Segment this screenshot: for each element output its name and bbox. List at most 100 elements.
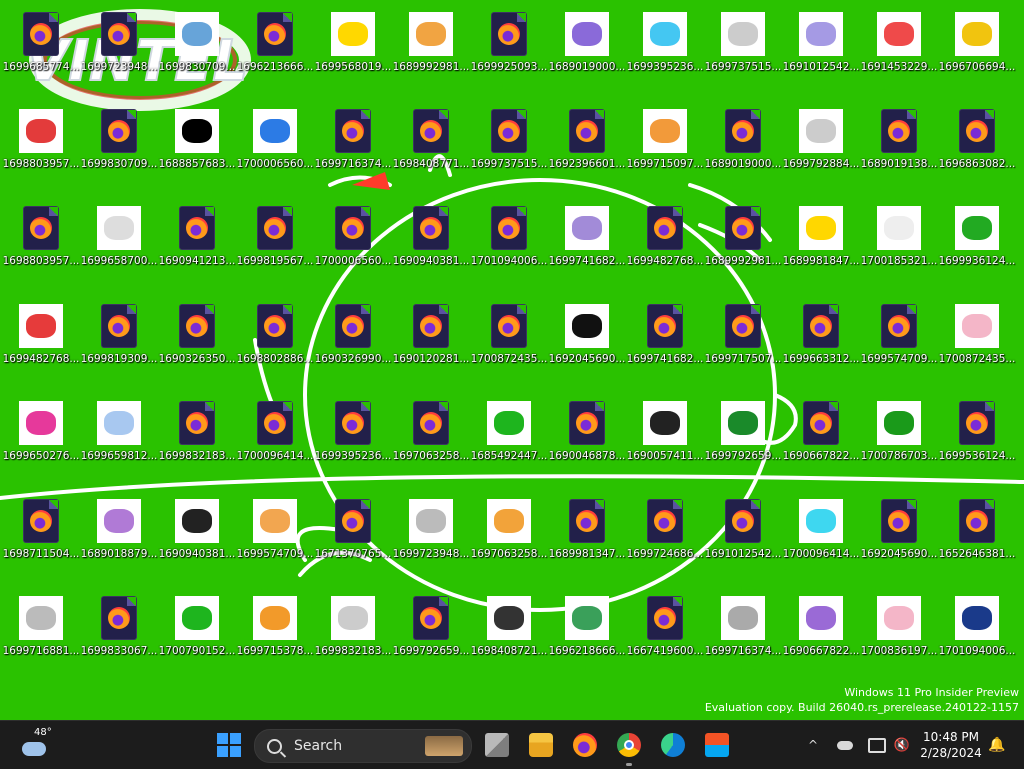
desktop-icon[interactable]: 1690120281... <box>392 297 470 387</box>
desktop-icon[interactable]: 1696213666... <box>236 5 314 95</box>
desktop-icon[interactable]: 1699833067... <box>80 589 158 679</box>
desktop-icon[interactable]: 1691012542... <box>782 5 860 95</box>
desktop-icon[interactable]: 1689992981... <box>704 199 782 289</box>
desktop-icon[interactable]: 1701094006... <box>470 199 548 289</box>
desktop-icon[interactable]: 1652646381... <box>938 492 1016 582</box>
desktop-icon[interactable]: 1699568019... <box>314 5 392 95</box>
desktop-icon[interactable]: 1698711504... <box>2 492 80 582</box>
desktop-icon[interactable]: 1699832183... <box>158 394 236 484</box>
task-view-button[interactable] <box>482 729 512 761</box>
desktop-icon[interactable]: 1689981847... <box>782 199 860 289</box>
desktop-icon[interactable]: 1690046878... <box>548 394 626 484</box>
desktop-icon[interactable]: 1692045690... <box>548 297 626 387</box>
desktop-icon[interactable]: 1700872435... <box>938 297 1016 387</box>
desktop-icon[interactable]: 1689981347... <box>548 492 626 582</box>
desktop-icon[interactable]: 1690940381... <box>392 199 470 289</box>
desktop-icon[interactable]: 1690667822... <box>782 394 860 484</box>
start-button[interactable] <box>214 729 244 761</box>
desktop-icon[interactable]: 1700096414... <box>782 492 860 582</box>
show-hidden-icons-button[interactable]: ^ <box>806 729 820 761</box>
desktop-icon[interactable]: 1688857683... <box>158 102 236 192</box>
desktop-icon[interactable]: 1699925093... <box>470 5 548 95</box>
desktop-icon[interactable]: 1699792884... <box>782 102 860 192</box>
desktop-icon[interactable]: 1699716374... <box>314 102 392 192</box>
desktop-icon[interactable]: 1699792659... <box>704 394 782 484</box>
desktop-icon[interactable]: 1699574709... <box>860 297 938 387</box>
desktop-icon[interactable]: 1699724686... <box>626 492 704 582</box>
desktop-icon[interactable]: 1699830709... <box>158 5 236 95</box>
desktop-icon[interactable]: 1692396601... <box>548 102 626 192</box>
desktop-icon[interactable]: 1699716881... <box>2 589 80 679</box>
desktop-icon[interactable]: 1696218666... <box>548 589 626 679</box>
desktop-icon[interactable]: 1696706694... <box>938 5 1016 95</box>
notification-bell-icon[interactable]: 🔔 <box>988 729 1006 761</box>
desktop-icon[interactable]: 1699658700... <box>80 199 158 289</box>
desktop-icon[interactable]: 1700006560... <box>236 102 314 192</box>
onedrive-icon[interactable] <box>836 729 854 761</box>
desktop-icon[interactable]: 1667419600... <box>626 589 704 679</box>
desktop-icon[interactable]: 1699936124... <box>938 199 1016 289</box>
desktop-icon[interactable]: 1699715097... <box>626 102 704 192</box>
desktop-icon[interactable]: 1692045690... <box>860 492 938 582</box>
desktop-icon[interactable]: 1689019138... <box>860 102 938 192</box>
desktop-icon[interactable]: 1701094006... <box>938 589 1016 679</box>
desktop-icon[interactable]: 1699659812... <box>80 394 158 484</box>
desktop-icon[interactable]: 1699717507... <box>704 297 782 387</box>
desktop-icon[interactable]: 1698803957... <box>2 102 80 192</box>
desktop-icon[interactable]: 1699737515... <box>704 5 782 95</box>
desktop-icon[interactable]: 1699536124... <box>938 394 1016 484</box>
desktop-icon[interactable]: 1699819567... <box>236 199 314 289</box>
desktop-icon[interactable]: 1690326990... <box>314 297 392 387</box>
desktop-icon[interactable]: 1700836197... <box>860 589 938 679</box>
desktop-icon[interactable]: 1697063258... <box>392 394 470 484</box>
desktop-icon[interactable]: 1699395236... <box>626 5 704 95</box>
desktop-icon[interactable]: 1689992981... <box>392 5 470 95</box>
desktop-icon[interactable]: 1699832183... <box>314 589 392 679</box>
desktop-icon[interactable]: 1700786703... <box>860 394 938 484</box>
network-icon[interactable] <box>868 729 886 761</box>
firefox-taskbar-button[interactable] <box>570 729 600 761</box>
desktop-icon[interactable]: 1699737515... <box>470 102 548 192</box>
desktop-icon[interactable]: 1699830709... <box>80 102 158 192</box>
desktop-icon[interactable]: 1698408721... <box>470 589 548 679</box>
desktop-icon[interactable]: 1699819309... <box>80 297 158 387</box>
desktop-icon[interactable]: 1690940381... <box>158 492 236 582</box>
desktop-icon[interactable]: 1690941213... <box>158 199 236 289</box>
desktop-icon[interactable]: 1699482768... <box>2 297 80 387</box>
desktop-icon[interactable]: 1699574709... <box>236 492 314 582</box>
desktop-icon[interactable]: 1689018879... <box>80 492 158 582</box>
desktop-icon[interactable]: 1699685774... <box>2 5 80 95</box>
desktop-icon[interactable]: 1698803957... <box>2 199 80 289</box>
microsoft-store-button[interactable] <box>702 729 732 761</box>
desktop-icon[interactable]: 1685492447... <box>470 394 548 484</box>
chrome-taskbar-button[interactable] <box>614 729 644 766</box>
desktop-icon[interactable]: 1689019000... <box>704 102 782 192</box>
desktop-icon[interactable]: 1689019000... <box>548 5 626 95</box>
desktop-icon[interactable]: 1699792659... <box>392 589 470 679</box>
desktop-icon[interactable]: 1691012542... <box>704 492 782 582</box>
weather-widget[interactable]: 48° <box>14 727 54 761</box>
desktop-icon[interactable]: 1699716374... <box>704 589 782 679</box>
desktop-icon[interactable]: 1671370765... <box>314 492 392 582</box>
desktop-icon[interactable]: 1699663312... <box>782 297 860 387</box>
desktop-icon[interactable]: 1699723948... <box>392 492 470 582</box>
desktop-icon[interactable]: 1698802886... <box>236 297 314 387</box>
desktop-icon[interactable]: 1691453229... <box>860 5 938 95</box>
desktop-icon[interactable]: 1699741682... <box>548 199 626 289</box>
desktop-icon[interactable]: 1699395236... <box>314 394 392 484</box>
clock[interactable]: 10:48 PM 2/28/2024 <box>920 729 982 761</box>
desktop-icon[interactable]: 1690057411... <box>626 394 704 484</box>
desktop-icon[interactable]: 1699715378... <box>236 589 314 679</box>
desktop-icon[interactable]: 1699741682... <box>626 297 704 387</box>
file-explorer-button[interactable] <box>526 729 556 761</box>
desktop-icon[interactable]: 1700006560... <box>314 199 392 289</box>
desktop-icon[interactable]: 1699723948... <box>80 5 158 95</box>
desktop-icon[interactable]: 1700096414... <box>236 394 314 484</box>
desktop-icon[interactable]: 1697063258... <box>470 492 548 582</box>
search-box[interactable]: Search <box>254 729 472 763</box>
desktop-icon[interactable]: 1698408771... <box>392 102 470 192</box>
edge-taskbar-button[interactable] <box>658 729 688 761</box>
desktop-icon[interactable]: 1700790152... <box>158 589 236 679</box>
desktop-icon[interactable]: 1690667822... <box>782 589 860 679</box>
desktop-icon[interactable]: 1700872435... <box>470 297 548 387</box>
